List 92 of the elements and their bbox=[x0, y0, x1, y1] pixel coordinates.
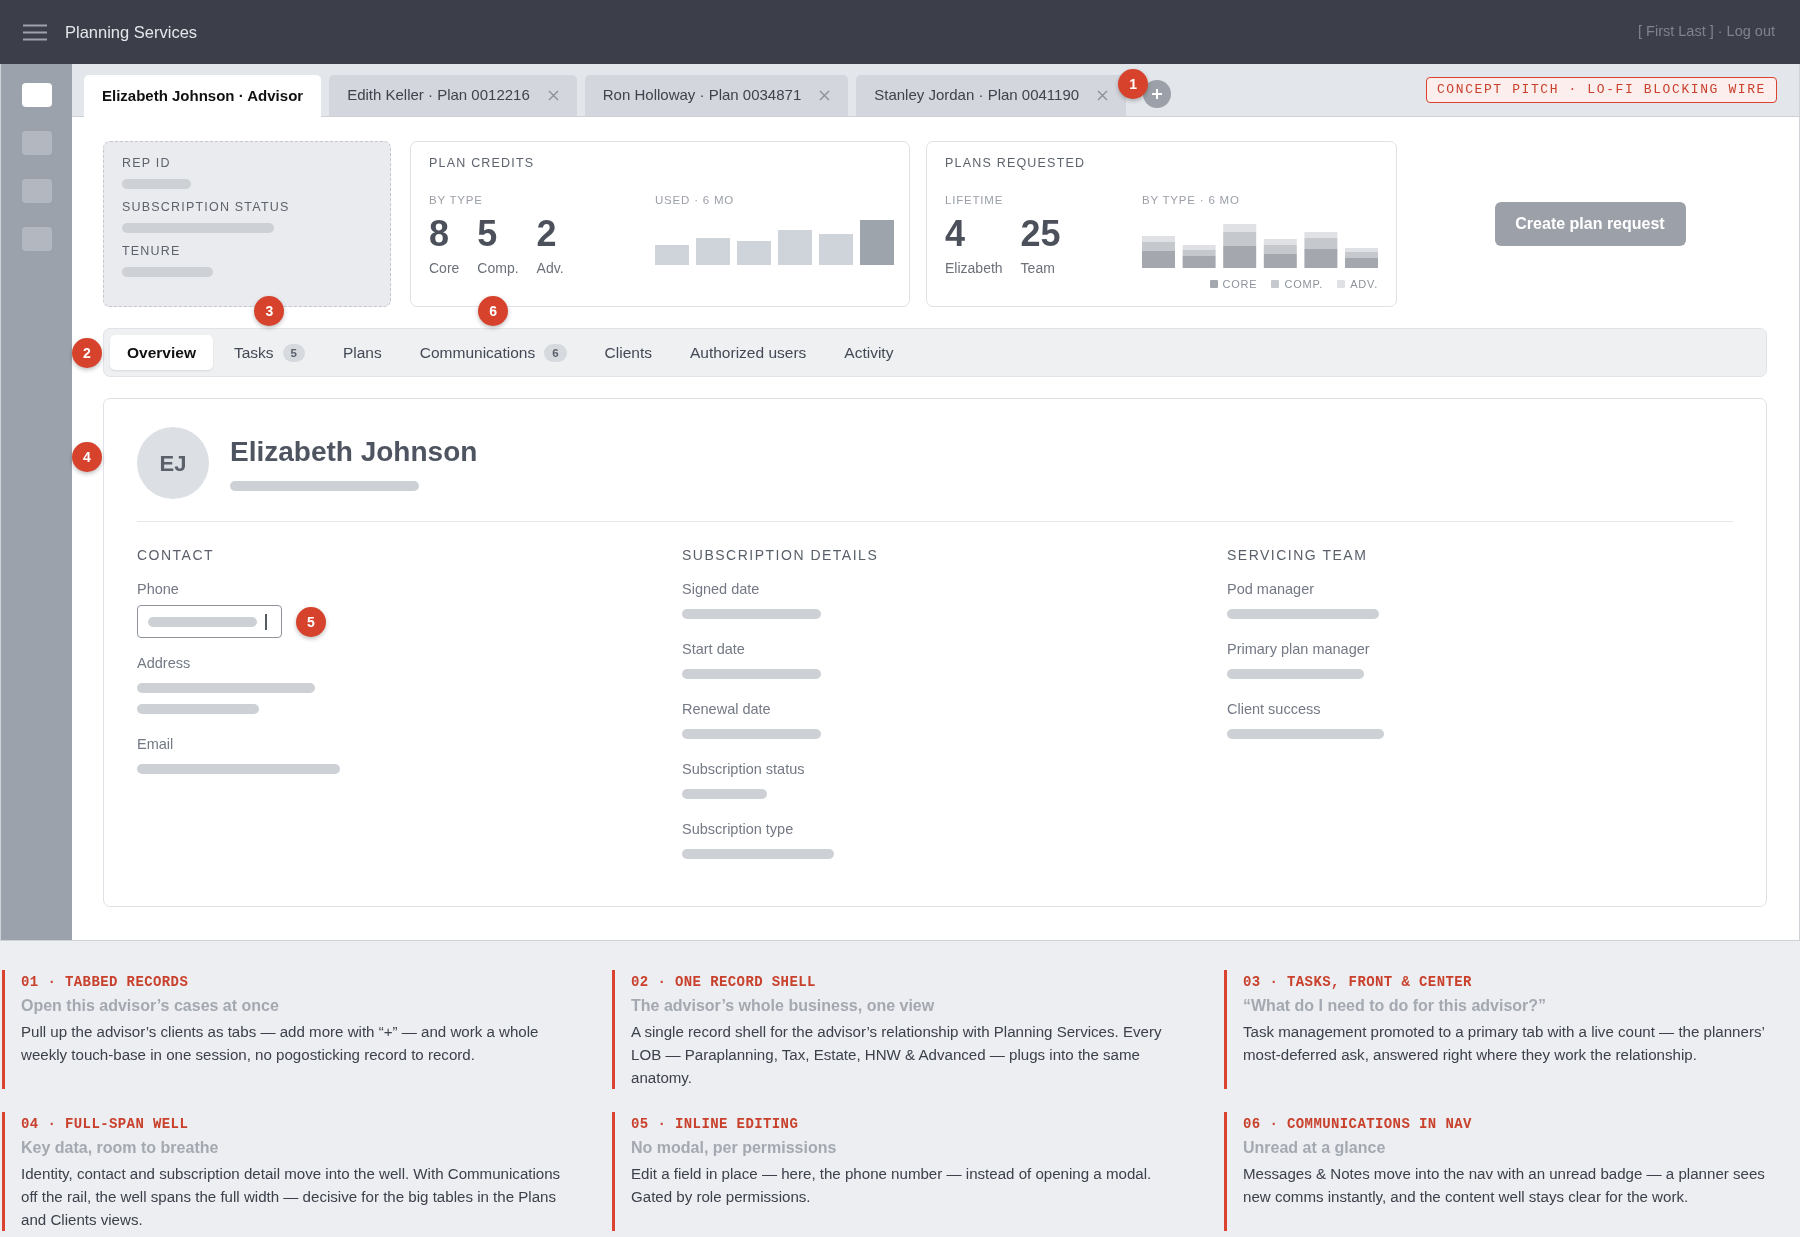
field-label: Email bbox=[137, 735, 175, 754]
stat-value: 5 bbox=[477, 214, 499, 254]
record-tab[interactable]: Stanley Jordan · Plan 0041190 bbox=[856, 75, 1127, 116]
callout-badge: 3 bbox=[254, 296, 285, 326]
field-label: SUBSCRIPTION STATUS bbox=[122, 199, 291, 215]
annotation-title: 04 · FULL-SPAN WELL bbox=[21, 1115, 190, 1133]
callout-badge: 1 bbox=[1118, 69, 1149, 99]
annotation-title: 06 · COMMUNICATIONS IN NAV bbox=[1243, 1115, 1473, 1133]
field-label: Signed date bbox=[682, 580, 761, 599]
annotation-title: 02 · ONE RECORD SHELL bbox=[631, 973, 817, 991]
section-heading: SERVICING TEAM bbox=[1227, 546, 1369, 564]
field-label: Client success bbox=[1227, 700, 1322, 719]
record-tab[interactable]: Elizabeth Johnson · Advisor bbox=[84, 75, 322, 117]
text-cursor-icon bbox=[265, 613, 267, 630]
callout-badge: 4 bbox=[72, 442, 102, 472]
close-icon[interactable] bbox=[1097, 90, 1109, 101]
annotation-title: 03 · TASKS, FRONT & CENTER bbox=[1243, 973, 1473, 991]
field-label: Subscription status bbox=[682, 760, 806, 779]
plus-icon bbox=[1151, 88, 1164, 100]
annotation-title: 05 · INLINE EDITING bbox=[631, 1115, 800, 1133]
legend-label: CORE bbox=[1222, 277, 1258, 291]
add-tab-button[interactable] bbox=[1143, 80, 1172, 108]
chart-label: BY TYPE · 6 MO bbox=[1142, 193, 1241, 207]
annotation-text: Task management promoted to a primary tab with a live count — the planners’ most-deferred ask, answered right where they work the relationship. bbox=[1243, 1022, 1766, 1065]
stat-value: 8 bbox=[429, 214, 451, 254]
card-title: PLANS REQUESTED bbox=[945, 155, 1087, 171]
user-name: [ First Last ] bbox=[1638, 22, 1714, 42]
annotation-subtitle: Key data, room to breathe bbox=[21, 1138, 220, 1158]
callout-badge: 6 bbox=[478, 296, 509, 326]
stat-label: Core bbox=[429, 259, 460, 277]
field-label: Primary plan manager bbox=[1227, 640, 1371, 659]
section-heading: SUBSCRIPTION DETAILS bbox=[682, 546, 880, 564]
rail-item[interactable] bbox=[21, 227, 52, 251]
section-tab[interactable]: Activity bbox=[827, 335, 911, 370]
field-label: TENURE bbox=[122, 243, 182, 259]
stat-value: 25 bbox=[1020, 214, 1061, 254]
annotation-subtitle: No modal, per permissions bbox=[631, 1138, 838, 1158]
stat-value: 2 bbox=[536, 214, 558, 254]
annotation-text: Identity, contact and subscription detail move into the well. With Communications off the rail, the well spans the full width — decisive for the big tables in the Plans and Clients views. bbox=[21, 1164, 562, 1230]
count-badge: 6 bbox=[544, 343, 567, 362]
rail-item[interactable] bbox=[21, 83, 52, 107]
annotation-text: Edit a field in place — here, the phone number — instead of opening a modal. Gated by role permissions. bbox=[631, 1164, 1153, 1207]
field-label: Start date bbox=[682, 640, 746, 659]
count-badge: 5 bbox=[282, 343, 305, 362]
record-tab[interactable]: Ron Holloway · Plan 0034871 bbox=[584, 75, 849, 116]
legend-label: ADV. bbox=[1350, 277, 1378, 291]
section-heading: CONTACT bbox=[137, 546, 216, 564]
avatar: EJ bbox=[137, 427, 209, 499]
section-tab[interactable]: Communications 6 bbox=[402, 335, 584, 370]
field-label: REP ID bbox=[122, 155, 172, 171]
rail-item[interactable] bbox=[21, 179, 52, 203]
stat-label: Comp. bbox=[477, 259, 519, 277]
field-label: Subscription type bbox=[682, 820, 795, 839]
section-tab[interactable]: Authorized users bbox=[673, 335, 824, 370]
stat-label: Adv. bbox=[536, 259, 564, 277]
stat-value: 4 bbox=[945, 214, 967, 254]
close-icon[interactable] bbox=[547, 90, 559, 101]
annotation-subtitle: Unread at a glance bbox=[1243, 1138, 1387, 1158]
close-icon[interactable] bbox=[819, 90, 831, 101]
section-tab[interactable]: Tasks 5 bbox=[216, 335, 322, 370]
section-tab[interactable]: Overview bbox=[110, 335, 213, 370]
field-label: Address bbox=[137, 654, 192, 673]
record-tab[interactable]: Edith Keller · Plan 0012216 bbox=[329, 75, 577, 116]
concept-stamp: CONCEPT PITCH · LO-FI BLOCKING WIRE bbox=[1425, 77, 1777, 103]
annotation-subtitle: “What do I need to do for this advisor?” bbox=[1243, 996, 1548, 1016]
callout-badge: 5 bbox=[296, 607, 326, 637]
section-label: BY TYPE bbox=[429, 193, 484, 207]
annotation-subtitle: Open this advisor’s cases at once bbox=[21, 996, 280, 1016]
section-label: LIFETIME bbox=[945, 193, 1005, 207]
annotation-title: 01 · TABBED RECORDS bbox=[21, 973, 190, 991]
stat-label: Team bbox=[1020, 259, 1056, 277]
annotation-text: A single record shell for the advisor’s relationship with Planning Services. Every LOB — Paraplanning, Tax, Estate, HNW & Advanced — plugs into the same anatomy. bbox=[631, 1022, 1163, 1088]
annotation-text: Messages & Notes move into the nav with an unread badge — a planner sees new comms instantly, and the content well stays clear for the work. bbox=[1243, 1164, 1766, 1207]
section-tab[interactable]: Clients bbox=[587, 335, 669, 370]
field-label: Phone bbox=[137, 580, 180, 599]
rail-item[interactable] bbox=[21, 131, 52, 155]
annotation-text: Pull up the advisor’s clients as tabs — add more with “+” — and work a whole weekly touch-base in one session, no pogosticking record to record. bbox=[21, 1022, 540, 1065]
stat-label: Elizabeth bbox=[945, 259, 1003, 277]
callout-badge: 2 bbox=[72, 338, 102, 368]
field-label: Pod manager bbox=[1227, 580, 1316, 599]
field-label: Renewal date bbox=[682, 700, 772, 719]
app-title: Planning Services bbox=[65, 21, 198, 43]
menu-icon[interactable] bbox=[23, 23, 47, 41]
card-title: PLAN CREDITS bbox=[429, 155, 536, 171]
section-tab[interactable]: Plans bbox=[325, 335, 399, 370]
chart-label: USED · 6 MO bbox=[655, 193, 736, 207]
annotation-subtitle: The advisor’s whole business, one view bbox=[631, 996, 936, 1016]
phone-input-field[interactable] bbox=[137, 605, 282, 638]
profile-name: Elizabeth Johnson bbox=[230, 435, 478, 469]
separator: · bbox=[1717, 22, 1723, 42]
legend-label: COMP. bbox=[1284, 277, 1324, 291]
placeholder-bar bbox=[122, 179, 191, 189]
